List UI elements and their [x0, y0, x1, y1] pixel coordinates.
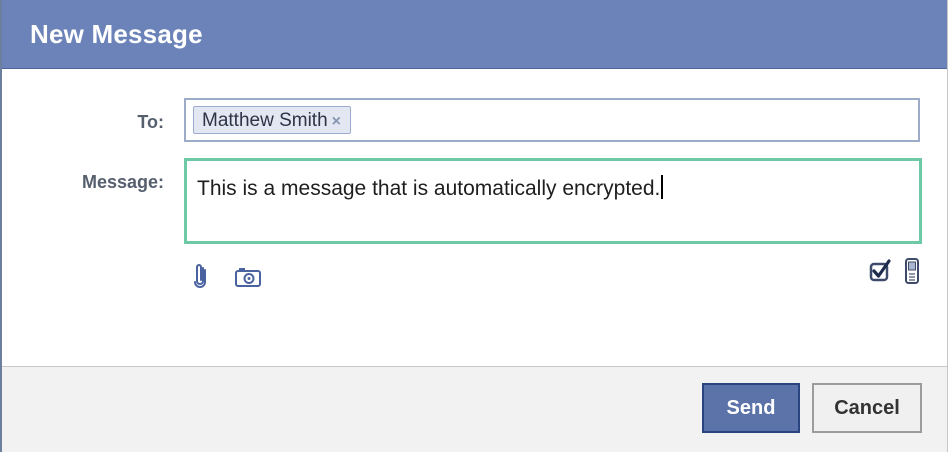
send-button[interactable]: Send: [702, 383, 800, 433]
cancel-button[interactable]: Cancel: [812, 383, 922, 433]
dialog-header: New Message: [2, 0, 947, 69]
paperclip-icon[interactable]: [192, 262, 210, 288]
remove-recipient-icon[interactable]: ×: [332, 113, 341, 131]
message-label: Message:: [81, 172, 164, 192]
mobile-phone-icon[interactable]: [904, 258, 920, 284]
recipient-token: Matthew Smith ×: [193, 106, 351, 134]
recipient-name: Matthew Smith: [202, 110, 328, 131]
camera-icon[interactable]: [234, 266, 262, 288]
message-field[interactable]: This is a message that is automatically …: [184, 158, 922, 244]
message-text: This is a message that is automatically …: [197, 175, 664, 201]
checkbox-checked-icon[interactable]: [869, 258, 891, 282]
to-label: To:: [137, 112, 164, 132]
dialog-footer: [2, 366, 947, 452]
to-field[interactable]: Matthew Smith ×: [184, 98, 920, 142]
new-message-dialog: New Message To: Matthew Smith × Message: …: [0, 0, 948, 452]
dialog-title: New Message: [30, 19, 203, 49]
text-cursor: [661, 175, 664, 199]
